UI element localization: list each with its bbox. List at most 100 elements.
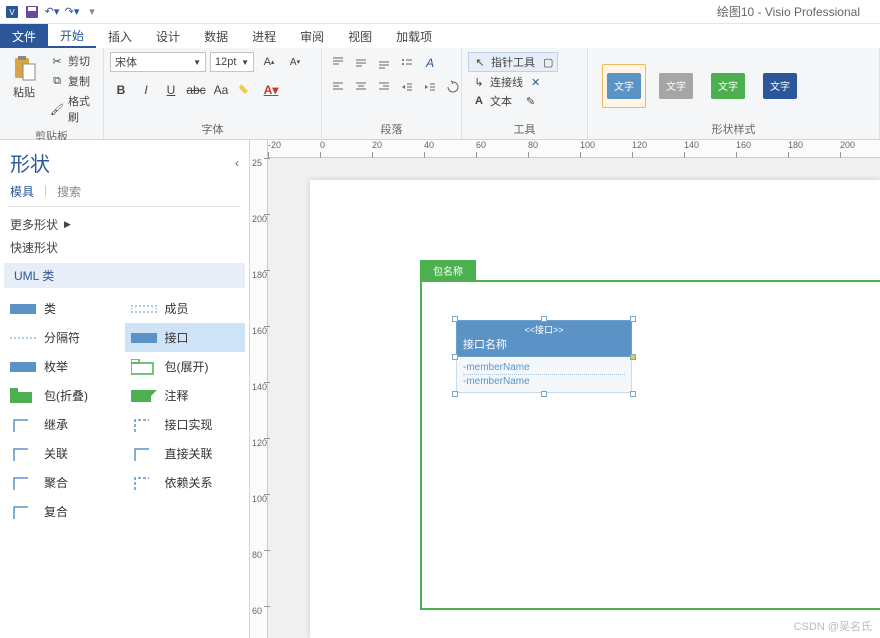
stencil-composition[interactable]: 复合 [4,497,125,526]
text-tool-button[interactable]: A文本✎ [468,92,539,110]
more-shapes-link[interactable]: 更多形状▶ [0,213,249,236]
font-color-letter: A [264,83,273,97]
selection-handle[interactable] [452,391,458,397]
rotate-text-button[interactable] [443,78,463,96]
format-painter-button[interactable]: 🖌格式刷 [46,92,97,126]
interface-members[interactable]: -memberName -memberName [456,357,632,393]
interface-shape[interactable]: <<接口>> 接口名称 -memberName -memberName [456,320,632,393]
change-case-button[interactable]: Aa [210,80,232,100]
collapse-panel-button[interactable]: ‹ [235,156,239,170]
tab-addins[interactable]: 加载项 [384,24,444,48]
stencil-member[interactable]: 成员 [125,294,246,323]
indent-decrease-button[interactable] [397,78,417,96]
selection-handle[interactable] [541,391,547,397]
stencil-association[interactable]: 关联 [4,439,125,468]
interface-member-row[interactable]: -memberName [463,361,625,375]
selection-handle[interactable] [452,316,458,322]
stencil-direct-assoc[interactable]: 直接关联 [125,439,246,468]
stencil-aggregation[interactable]: 聚合 [4,468,125,497]
save-icon[interactable] [24,4,40,20]
tab-data[interactable]: 数据 [192,24,240,48]
interface-name[interactable]: 接口名称 [463,336,625,352]
font-family-select[interactable]: 宋体▼ [110,52,206,72]
style-item-0[interactable]: 文字 [602,64,646,108]
shrink-font-button[interactable]: A▾ [284,52,306,72]
bullets-button[interactable] [397,54,417,72]
style-swatch-label: 文字 [614,78,634,93]
interface-header[interactable]: <<接口>> 接口名称 [456,320,632,357]
stencil-package-open[interactable]: 包(展开) [125,352,246,381]
stencil-dependency[interactable]: 依赖关系 [125,468,246,497]
stencil-note[interactable]: 注释 [125,381,246,410]
interface-member-row[interactable]: -memberName [463,375,625,388]
style-item-2[interactable]: 文字 [706,64,750,108]
tab-review[interactable]: 审阅 [288,24,336,48]
quick-shapes-link[interactable]: 快速形状 [0,236,249,259]
align-top-button[interactable] [328,54,348,72]
cut-button[interactable]: ✂剪切 [46,52,97,70]
paste-button[interactable]: 粘贴 [6,52,42,102]
selection-handle[interactable] [630,354,636,360]
align-right-button[interactable] [374,78,394,96]
qat-customize-icon[interactable]: ▾ [84,4,100,20]
style-swatch-label: 文字 [770,78,790,93]
stencil-separator[interactable]: 分隔符 [4,323,125,352]
grow-font-button[interactable]: A▴ [258,52,280,72]
selection-handle[interactable] [541,316,547,322]
package-shape[interactable]: 包名称 [420,260,880,610]
indent-increase-button[interactable] [420,78,440,96]
enum-icon [10,359,38,375]
copy-button[interactable]: ⧉复制 [46,72,97,90]
highlight-button[interactable] [235,80,257,100]
tab-home[interactable]: 开始 [48,24,96,48]
stencil-class[interactable]: 类 [4,294,125,323]
package-tab-label[interactable]: 包名称 [420,260,476,280]
style-swatch-2: 文字 [711,73,745,99]
style-gallery: 文字 文字 文字 文字 [594,52,873,119]
stencil-section-header[interactable]: UML 类 [4,263,245,288]
quick-access-toolbar: V ↶▾ ↷▾ ▾ [4,4,100,20]
redo-icon[interactable]: ↷▾ [64,4,80,20]
tab-view[interactable]: 视图 [336,24,384,48]
stencils-tab[interactable]: 模具 [10,183,34,200]
font-color-button[interactable]: A▾ [260,80,282,100]
brush-icon: 🖌 [50,102,64,116]
tab-insert[interactable]: 插入 [96,24,144,48]
group-paragraph-label: 段落 [328,119,455,137]
align-left-button[interactable] [328,78,348,96]
align-middle-button[interactable] [351,54,371,72]
canvas-area[interactable]: 252001801601401201008060 -20020406080100… [250,140,880,638]
selection-handle[interactable] [630,316,636,322]
undo-icon[interactable]: ↶▾ [44,4,60,20]
shapes-panel: 形状 ‹ 模具 | 搜索 更多形状▶ 快速形状 UML 类 类 成员 分隔符 接… [0,140,250,638]
stencil-interface[interactable]: 接口 [125,323,246,352]
stencil-label: 聚合 [44,474,68,491]
font-size-select[interactable]: 12pt▼ [210,52,254,72]
style-item-3[interactable]: 文字 [758,64,802,108]
strikethrough-button[interactable]: abc [185,80,207,100]
selection-handle[interactable] [630,391,636,397]
aggregation-icon [10,475,38,491]
align-center-button[interactable] [351,78,371,96]
stencil-inheritance[interactable]: 继承 [4,410,125,439]
text-block-button[interactable]: A [420,54,440,72]
text-tool-label: 文本 [490,93,512,109]
stencil-enum[interactable]: 枚举 [4,352,125,381]
italic-button[interactable]: I [135,80,157,100]
style-swatch-1: 文字 [659,73,693,99]
pointer-tool-button[interactable]: ↖指针工具▢ [468,52,558,72]
composition-icon [10,504,38,520]
bold-button[interactable]: B [110,80,132,100]
tab-process[interactable]: 进程 [240,24,288,48]
stencil-package-closed[interactable]: 包(折叠) [4,381,125,410]
tab-file[interactable]: 文件 [0,24,48,48]
connector-tool-button[interactable]: ↳连接线✕ [468,73,544,91]
tab-design[interactable]: 设计 [144,24,192,48]
align-bottom-button[interactable] [374,54,394,72]
drawing-page[interactable]: 包名称 <<接口>> 接口名称 -memberName -memberName [310,180,880,638]
style-item-1[interactable]: 文字 [654,64,698,108]
stencil-interface-real[interactable]: 接口实现 [125,410,246,439]
underline-button[interactable]: U [160,80,182,100]
selection-handle[interactable] [452,354,458,360]
search-tab[interactable]: 搜索 [57,183,81,200]
